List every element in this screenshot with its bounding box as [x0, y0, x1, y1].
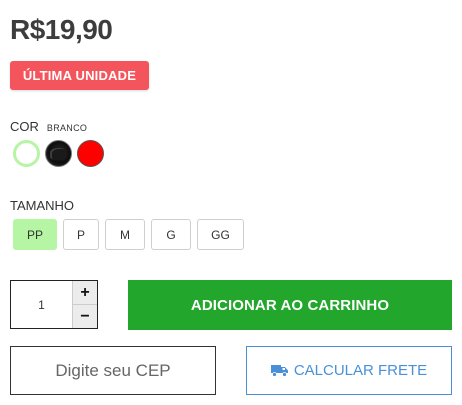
quantity-stepper: + −: [10, 280, 98, 329]
quantity-input[interactable]: [11, 281, 72, 328]
add-to-cart-button[interactable]: ADICIONAR AO CARRINHO: [128, 280, 452, 330]
color-swatch-preto[interactable]: [45, 140, 72, 167]
color-swatch-branco[interactable]: [13, 140, 40, 167]
size-options: PP P M G GG: [13, 219, 244, 250]
selected-color-name: BRANCO: [46, 123, 88, 133]
color-swatches: [13, 140, 104, 167]
color-swatch-vermelho[interactable]: [77, 140, 104, 167]
size-option-g[interactable]: G: [151, 219, 191, 250]
quantity-buttons: + −: [72, 281, 97, 328]
size-option-gg[interactable]: GG: [197, 219, 244, 250]
calculate-shipping-button[interactable]: CALCULAR FRETE: [246, 346, 452, 395]
last-unit-badge: ÚLTIMA UNIDADE: [10, 61, 149, 90]
truck-icon: [270, 365, 288, 377]
calculate-shipping-label: CALCULAR FRETE: [293, 362, 428, 379]
color-label: COR: [10, 119, 39, 134]
product-price: R$19,90: [10, 14, 113, 45]
size-option-m[interactable]: M: [105, 219, 145, 250]
quantity-decrease-button[interactable]: −: [73, 305, 97, 328]
cep-input[interactable]: [10, 346, 216, 395]
color-label-row: COR BRANCO: [10, 119, 87, 134]
size-option-p[interactable]: P: [63, 219, 99, 250]
quantity-increase-button[interactable]: +: [73, 281, 97, 305]
size-label: TAMANHO: [10, 198, 75, 213]
size-option-pp[interactable]: PP: [13, 219, 57, 250]
